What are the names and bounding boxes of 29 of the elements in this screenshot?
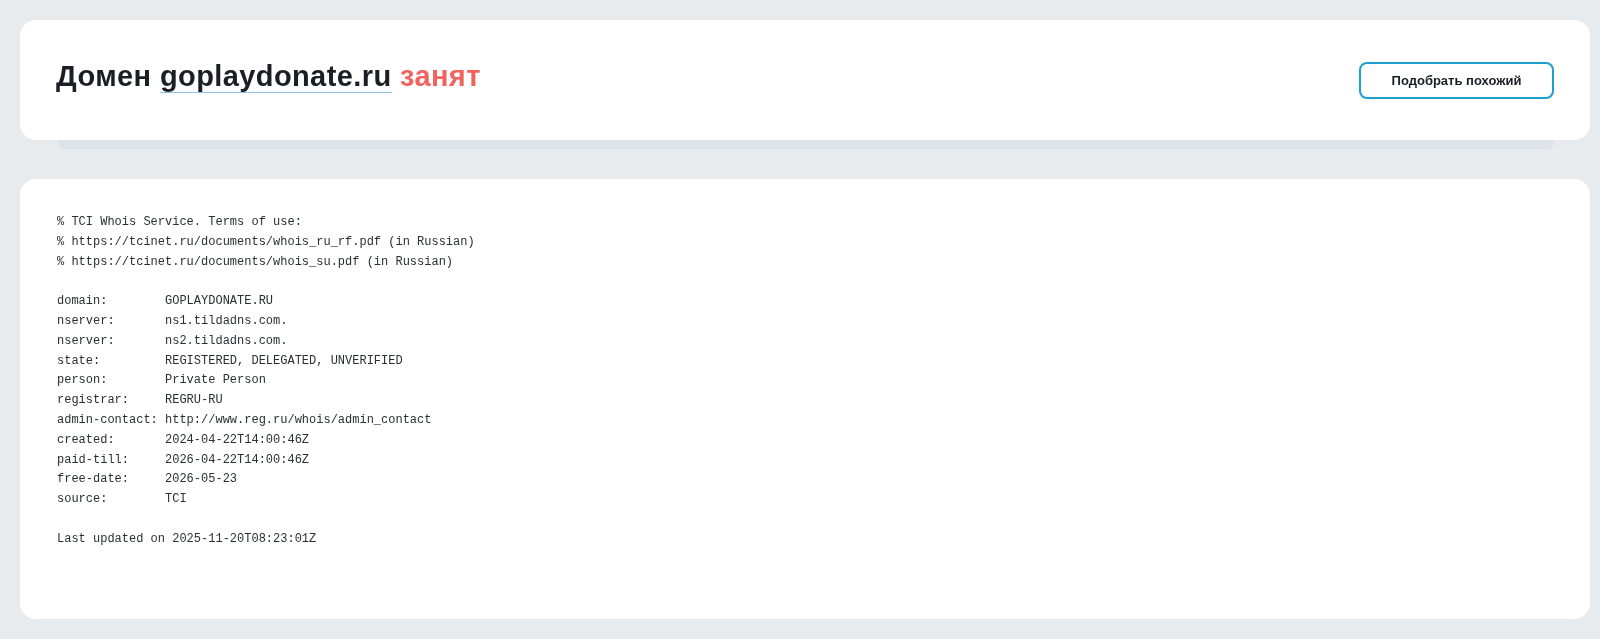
whois-field-value: Private Person — [165, 372, 266, 390]
whois-field-label: person: — [57, 372, 108, 390]
find-similar-button[interactable]: Подобрать похожий — [1359, 62, 1554, 99]
whois-field-label: nserver: — [57, 313, 115, 330]
whois-updated-text: Last updated on 2025-11-20T08:23:01Z — [57, 530, 317, 548]
whois-field-value: 2026-05-23 — [165, 471, 238, 489]
whois-field-label: state: — [57, 352, 101, 370]
whois-field-value: 2024-04-22T14:00:46Z — [165, 431, 310, 449]
whois-field-value: TCI — [165, 491, 187, 509]
whois-field-value: 2026-04-22T14:00:46Z — [165, 451, 310, 469]
whois-field-label: paid-till: — [57, 451, 129, 469]
domain-link[interactable]: goplaydonate.ru — [159, 59, 392, 93]
whois-field-label: created: — [57, 431, 115, 449]
whois-field-value: ns2.tildadns.com. — [165, 332, 288, 350]
whois-field-value: http://www.reg.ru/whois/admin_contact — [165, 411, 432, 429]
whois-field-value: GOPLAYDONATE.RU — [165, 293, 274, 311]
whois-field-label: admin-contact: — [57, 411, 158, 429]
whois-notice-line: % https://tcinet.ru/documents/whois_ru_rf.pdf (in Russian) — [57, 233, 475, 251]
whois-notice-line: % https://tcinet.ru/documents/whois_su.pdf (in Russian) — [57, 253, 454, 271]
whois-field-label: nserver: — [57, 332, 115, 350]
whois-field-label: domain: — [57, 293, 108, 311]
whois-field-label: source: — [57, 491, 108, 509]
whois-field-value: REGISTERED, DELEGATED, UNVERIFIED — [165, 352, 403, 370]
domain-status-title: Домен goplaydonate.ru занят — [56, 59, 481, 93]
whois-field-label: registrar: — [57, 392, 129, 410]
whois-field-value: REGRU-RU — [165, 392, 223, 410]
whois-notice-line: % TCI Whois Service. Terms of use: — [57, 214, 302, 231]
whois-field-value: ns1.tildadns.com. — [165, 313, 288, 330]
whois-field-label: free-date: — [57, 471, 129, 489]
